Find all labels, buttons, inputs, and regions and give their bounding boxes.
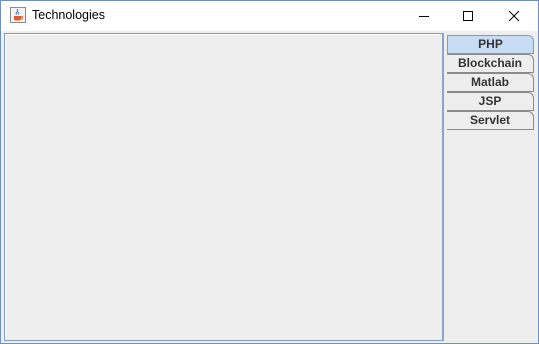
maximize-button[interactable] [445, 1, 491, 31]
java-coffee-cup-icon [10, 7, 26, 23]
title-bar[interactable]: Technologies [1, 1, 538, 31]
close-icon [508, 10, 520, 22]
tab-matlab[interactable]: Matlab [447, 73, 534, 92]
tab-jsp[interactable]: JSP [447, 92, 534, 111]
tab-content-panel [4, 33, 444, 341]
minimize-icon [418, 10, 430, 22]
tab-servlet[interactable]: Servlet [447, 111, 534, 130]
maximize-icon [462, 10, 474, 22]
application-window: Technologies PHP Blockchain Matlab JSP S… [0, 0, 539, 344]
tab-strip: PHP Blockchain Matlab JSP Servlet [447, 35, 536, 130]
minimize-button[interactable] [401, 1, 447, 31]
close-button[interactable] [491, 1, 537, 31]
client-area: PHP Blockchain Matlab JSP Servlet [1, 31, 538, 343]
window-title: Technologies [32, 8, 105, 22]
tab-blockchain[interactable]: Blockchain [447, 54, 534, 73]
tab-php[interactable]: PHP [447, 35, 534, 54]
